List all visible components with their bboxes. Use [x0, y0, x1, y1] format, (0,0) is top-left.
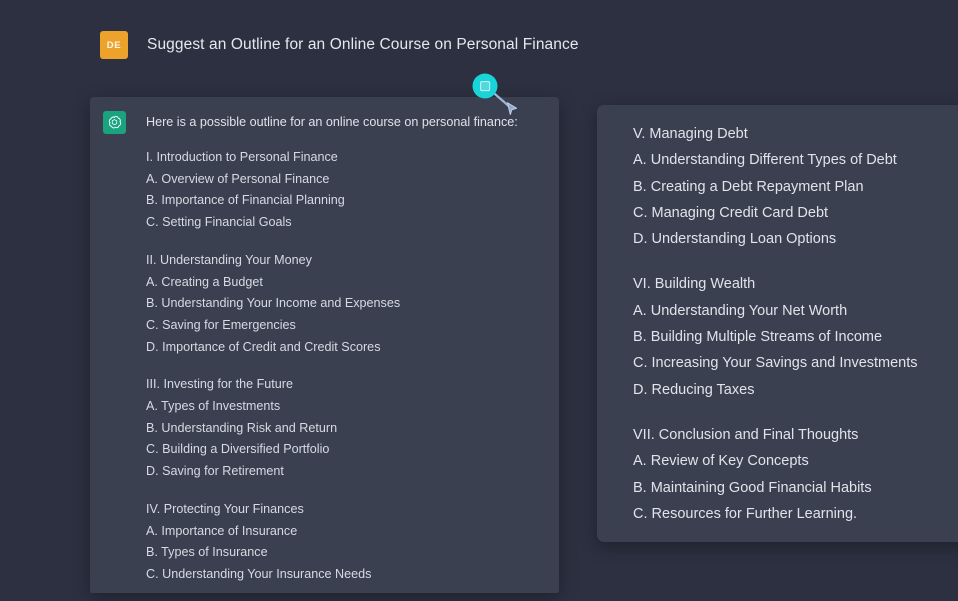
outline-group: III. Investing for the Future A. Types o… — [146, 374, 549, 483]
outline-line: D. Importance of Credit and Credit Score… — [146, 339, 381, 354]
openai-logo-icon — [103, 111, 126, 134]
assistant-header: Here is a possible outline for an online… — [103, 111, 518, 134]
outline-group: I. Introduction to Personal Finance A. O… — [146, 147, 549, 234]
outline-line: II. Understanding Your Money — [146, 252, 312, 267]
outline-line: B. Building Multiple Streams of Income — [633, 329, 883, 346]
outline-line: B. Types of Insurance — [146, 545, 268, 560]
outline-line: C. Resources for Further Learning. — [633, 505, 858, 522]
outline-line: A. Importance of Insurance — [146, 523, 298, 538]
outline-line: V. Managing Debt — [633, 126, 748, 142]
outline-line: B. Maintaining Good Financial Habits — [633, 479, 872, 496]
outline-line: C. Understanding Your Insurance Needs — [146, 566, 372, 581]
outline-line: C. Building a Diversified Portfolio — [146, 442, 330, 457]
outline-group: IV. Protecting Your Finances A. Importan… — [146, 499, 549, 586]
outline-line: D. Reducing Taxes — [633, 381, 755, 398]
outline-line: A. Overview of Personal Finance — [146, 171, 330, 186]
outline-line: C. Managing Credit Card Debt — [633, 204, 829, 221]
outline-line: B. Importance of Financial Planning — [146, 193, 345, 208]
page-title: Suggest an Outline for an Online Course … — [147, 36, 579, 53]
assistant-intro-text: Here is a possible outline for an online… — [146, 115, 518, 129]
avatar: DE — [100, 31, 128, 59]
outline-group: VI. Building Wealth A. Understanding You… — [633, 271, 958, 402]
outline-line: IV. Protecting Your Finances — [146, 501, 304, 516]
outline-line: VI. Building Wealth — [633, 276, 756, 293]
outline-line: A. Understanding Different Types of Debt — [633, 152, 897, 169]
outline-line: C. Setting Financial Goals — [146, 215, 292, 230]
outline-line: C. Increasing Your Savings and Investmen… — [633, 355, 918, 372]
outline-line: D. Understanding Loan Options — [633, 231, 837, 248]
outline-line: VII. Conclusion and Final Thoughts — [633, 426, 859, 443]
outline-line: B. Creating a Debt Repayment Plan — [633, 178, 864, 195]
outline-line: A. Understanding Your Net Worth — [633, 302, 848, 319]
outline-line: D. Saving for Retirement — [146, 464, 284, 479]
screen: DE Suggest an Outline for an Online Cour… — [0, 0, 958, 601]
outline-line: A. Review of Key Concepts — [633, 453, 809, 470]
outline-line: I. Introduction to Personal Finance — [146, 150, 338, 164]
outline-list-right: V. Managing Debt A. Understanding Differ… — [633, 121, 958, 546]
outline-line: A. Types of Investments — [146, 399, 281, 414]
outline-line: C. Saving for Emergencies — [146, 317, 296, 332]
outline-line: B. Understanding Your Income and Expense… — [146, 296, 401, 311]
outline-group: VII. Conclusion and Final Thoughts A. Re… — [633, 422, 958, 527]
assistant-response-panel-right: V. Managing Debt A. Understanding Differ… — [597, 105, 958, 542]
outline-line: B. Understanding Risk and Return — [146, 420, 338, 435]
outline-list-left: I. Introduction to Personal Finance A. O… — [146, 147, 549, 586]
outline-line: III. Investing for the Future — [146, 377, 293, 392]
outline-line: A. Creating a Budget — [146, 274, 263, 289]
outline-group: II. Understanding Your Money A. Creating… — [146, 250, 549, 359]
outline-group: V. Managing Debt A. Understanding Differ… — [633, 121, 958, 252]
user-prompt-header: DE Suggest an Outline for an Online Cour… — [100, 31, 579, 59]
assistant-response-panel-left: Here is a possible outline for an online… — [90, 97, 559, 593]
